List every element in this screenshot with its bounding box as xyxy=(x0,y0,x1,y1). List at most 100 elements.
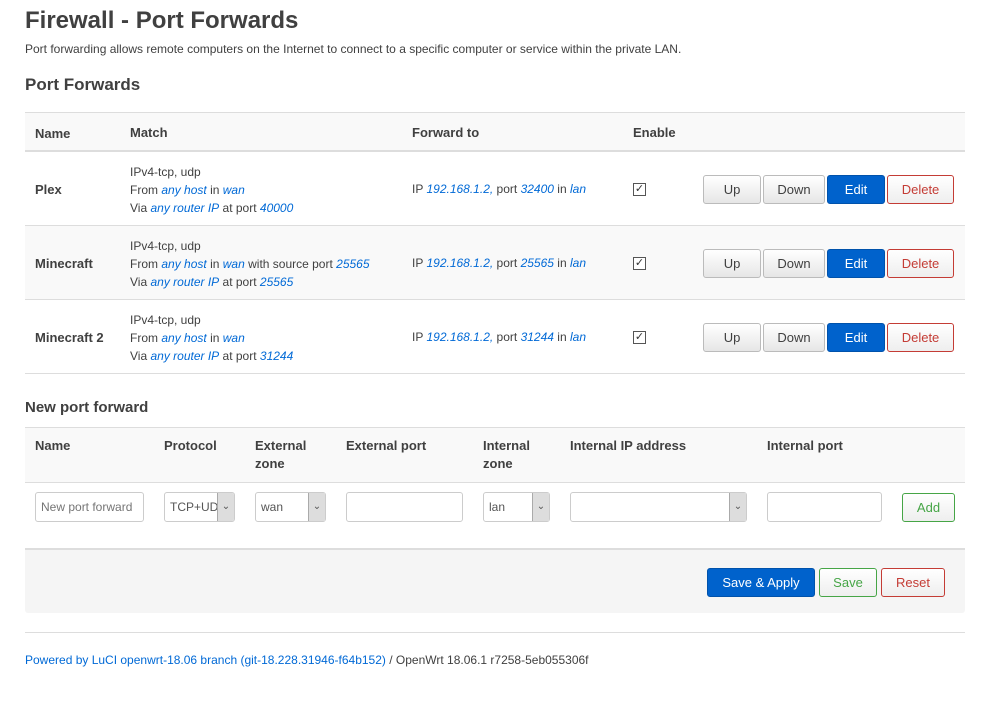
save-button[interactable]: Save xyxy=(819,568,877,597)
text: in xyxy=(557,256,567,270)
internal-port-input[interactable] xyxy=(767,492,882,522)
page-title: Firewall - Port Forwards xyxy=(25,7,299,34)
col-name: Name xyxy=(35,438,71,453)
protocol-select[interactable]: TCP+UDP ⌄ xyxy=(164,492,235,522)
enable-checkbox[interactable]: ✓ xyxy=(633,183,646,196)
dest-port-link[interactable]: 32400 xyxy=(521,182,554,196)
chevron-down-icon: ⌄ xyxy=(217,493,234,521)
save-apply-button[interactable]: Save & Apply xyxy=(707,568,815,597)
rule-name: Minecraft xyxy=(35,256,93,271)
edit-button[interactable]: Edit xyxy=(827,323,885,352)
down-button[interactable]: Down xyxy=(763,175,825,204)
add-button[interactable]: Add xyxy=(902,493,955,522)
text: with source port xyxy=(248,257,333,271)
rule-match: IPv4-tcp, udp From any host in wan with … xyxy=(130,237,370,291)
rule-protocol: IPv4-tcp, udp xyxy=(130,165,201,179)
col-match: Match xyxy=(130,125,168,140)
port-forwards-table: Name Match Forward to Enable Plex IPv4-t… xyxy=(25,112,965,374)
table-row: Plex IPv4-tcp, udp From any host in wan … xyxy=(25,152,965,226)
text: IP xyxy=(412,182,424,196)
source-host-link[interactable]: any host xyxy=(161,183,206,197)
down-button[interactable]: Down xyxy=(763,323,825,352)
external-zone-select[interactable]: wan ⌄ xyxy=(255,492,326,522)
router-ip-link[interactable]: any router IP xyxy=(150,201,219,215)
text: at port xyxy=(222,275,257,289)
up-button[interactable]: Up xyxy=(703,249,761,278)
text: Via xyxy=(130,201,148,215)
page-description: Port forwarding allows remote computers … xyxy=(25,42,682,56)
col-external-port: External port xyxy=(346,438,427,453)
external-port-link[interactable]: 40000 xyxy=(260,201,293,215)
rule-protocol: IPv4-tcp, udp xyxy=(130,239,201,253)
rule-protocol: IPv4-tcp, udp xyxy=(130,313,201,327)
col-internal-ip: Internal IP address xyxy=(570,438,687,453)
col-protocol: Protocol xyxy=(164,438,217,453)
footer-divider xyxy=(25,632,965,633)
dest-ip-link[interactable]: 192.168.1.2, xyxy=(426,330,493,344)
text: Via xyxy=(130,349,148,363)
new-name-input[interactable] xyxy=(35,492,144,522)
external-port-link[interactable]: 25565 xyxy=(260,275,293,289)
dest-zone-link[interactable]: lan xyxy=(570,330,586,344)
dest-ip-link[interactable]: 192.168.1.2, xyxy=(426,182,493,196)
rule-name: Plex xyxy=(35,182,62,197)
source-zone-link[interactable]: wan xyxy=(223,331,245,345)
enable-checkbox[interactable]: ✓ xyxy=(633,331,646,344)
dest-port-link[interactable]: 31244 xyxy=(521,330,554,344)
text: From xyxy=(130,183,158,197)
external-zone-value: wan xyxy=(261,500,284,514)
dest-zone-link[interactable]: lan xyxy=(570,182,586,196)
text: at port xyxy=(222,201,257,215)
luci-link[interactable]: Powered by LuCI openwrt-18.06 branch (gi… xyxy=(25,653,386,667)
delete-button[interactable]: Delete xyxy=(887,175,954,204)
dest-ip-link[interactable]: 192.168.1.2, xyxy=(426,256,493,270)
reset-button[interactable]: Reset xyxy=(881,568,945,597)
router-ip-link[interactable]: any router IP xyxy=(150,349,219,363)
source-host-link[interactable]: any host xyxy=(161,257,206,271)
dest-zone-link[interactable]: lan xyxy=(570,256,586,270)
up-button[interactable]: Up xyxy=(703,175,761,204)
source-zone-link[interactable]: wan xyxy=(223,257,245,271)
external-port-link[interactable]: 31244 xyxy=(260,349,293,363)
text: From xyxy=(130,331,158,345)
router-ip-link[interactable]: any router IP xyxy=(150,275,219,289)
table-row: Minecraft 2 IPv4-tcp, udp From any host … xyxy=(25,300,965,374)
new-forward-header: Name Protocol External zone External por… xyxy=(25,428,965,483)
text: Via xyxy=(130,275,148,289)
text: port xyxy=(496,256,518,270)
source-port-link[interactable]: 25565 xyxy=(336,257,369,271)
enable-checkbox[interactable]: ✓ xyxy=(633,257,646,270)
internal-zone-select[interactable]: lan ⌄ xyxy=(483,492,550,522)
edit-button[interactable]: Edit xyxy=(827,249,885,278)
text: in xyxy=(210,331,220,345)
text: port xyxy=(496,330,518,344)
text: in xyxy=(210,257,220,271)
chevron-down-icon: ⌄ xyxy=(729,493,746,521)
rule-forward: IP 192.168.1.2, port 25565 in lan xyxy=(412,256,586,270)
delete-button[interactable]: Delete xyxy=(887,323,954,352)
rule-forward: IP 192.168.1.2, port 31244 in lan xyxy=(412,330,586,344)
text: port xyxy=(496,182,518,196)
edit-button[interactable]: Edit xyxy=(827,175,885,204)
external-port-input[interactable] xyxy=(346,492,463,522)
version-text: / OpenWrt 18.06.1 r7258-5eb055306f xyxy=(385,653,589,667)
delete-button[interactable]: Delete xyxy=(887,249,954,278)
form-actions: Save & Apply Save Reset xyxy=(25,549,965,613)
col-forward: Forward to xyxy=(412,125,480,140)
source-host-link[interactable]: any host xyxy=(161,331,206,345)
down-button[interactable]: Down xyxy=(763,249,825,278)
new-section-title: New port forward xyxy=(25,399,149,416)
rule-forward: IP 192.168.1.2, port 32400 in lan xyxy=(412,182,586,196)
dest-port-link[interactable]: 25565 xyxy=(521,256,554,270)
new-forward-table: Name Protocol External zone External por… xyxy=(25,427,965,549)
col-internal-zone: Internal zone xyxy=(483,438,530,471)
col-name: Name xyxy=(35,126,71,141)
internal-zone-value: lan xyxy=(489,500,506,514)
text: in xyxy=(210,183,220,197)
text: in xyxy=(557,330,567,344)
source-zone-link[interactable]: wan xyxy=(223,183,245,197)
text: From xyxy=(130,257,158,271)
internal-ip-select[interactable]: ⌄ xyxy=(570,492,747,522)
rule-match: IPv4-tcp, udp From any host in wan Via a… xyxy=(130,163,293,217)
up-button[interactable]: Up xyxy=(703,323,761,352)
